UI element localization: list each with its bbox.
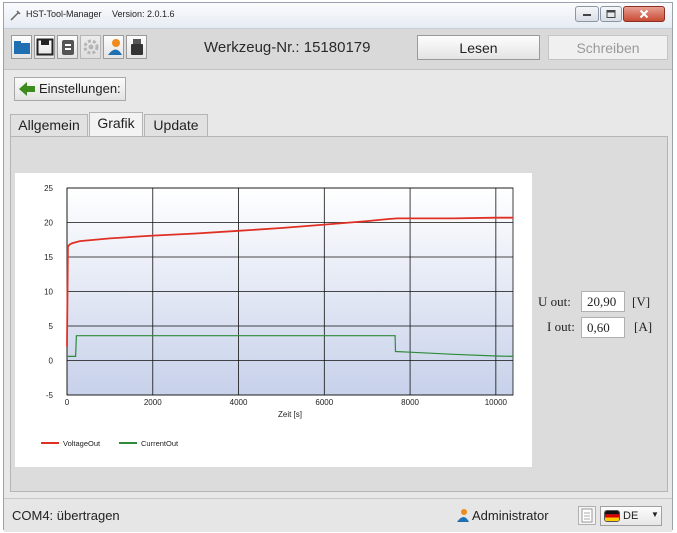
y-tick-label: 5 (49, 322, 54, 331)
settings-back-button[interactable]: Einstellungen: (14, 77, 126, 101)
i-out-unit: [A] (634, 319, 653, 334)
x-tick-label: 6000 (315, 398, 333, 407)
save-button[interactable] (34, 35, 55, 59)
settings-button[interactable] (80, 35, 101, 59)
tab-update[interactable]: Update (144, 114, 208, 136)
legend-label-voltage: VoltageOut (63, 439, 101, 448)
i-out-label: I out: (547, 319, 575, 334)
y-tick-label: -5 (46, 391, 54, 400)
maximize-icon (606, 10, 616, 18)
open-button[interactable] (11, 35, 32, 59)
arrow-left-icon (19, 82, 35, 96)
folder-open-icon (14, 41, 30, 54)
chart: -5 0 5 10 15 20 25 0 2000 4000 6000 8000 10000 Zeit … (15, 173, 532, 467)
status-text: COM4: übertragen (12, 508, 120, 523)
x-tick-label: 2000 (144, 398, 162, 407)
minimize-button[interactable] (575, 6, 599, 22)
language-code: DE (623, 510, 639, 522)
window-version: Version: 2.0.1.6 (112, 9, 175, 19)
settings-back-label: Einstellungen: (39, 81, 121, 96)
write-button[interactable]: Schreiben (548, 35, 668, 60)
i-out-value: 0,60 (581, 317, 625, 338)
save-icon (36, 38, 54, 56)
u-out-value: 20,90 (581, 291, 625, 312)
x-tick-label: 0 (65, 398, 70, 407)
user-button[interactable] (103, 35, 124, 59)
app-window: HST-Tool-Manager Version: 2.0.1.6 Werkze… (3, 2, 673, 532)
y-tick-label: 15 (44, 253, 53, 262)
minimize-icon (583, 14, 591, 16)
close-icon (639, 9, 649, 19)
x-tick-label: 8000 (401, 398, 419, 407)
list-icon (62, 40, 74, 55)
tool-number: Werkzeug-Nr.: 15180179 (204, 39, 371, 56)
x-tick-label: 10000 (485, 398, 508, 407)
usb-button[interactable] (126, 35, 147, 59)
document-button[interactable] (578, 506, 596, 525)
toolbar: Werkzeug-Nr.: 15180179 Lesen Schreiben (4, 29, 672, 70)
x-tick-label: 4000 (230, 398, 248, 407)
user-icon (108, 39, 122, 55)
maximize-button[interactable] (600, 6, 622, 22)
y-tick-label: 10 (44, 288, 53, 297)
app-icon (10, 10, 21, 21)
language-select[interactable]: DE ▼ (600, 506, 662, 526)
legend-label-current: CurrentOut (141, 439, 179, 448)
y-tick-label: 0 (49, 357, 54, 366)
y-tick-label: 25 (44, 184, 53, 193)
current-user-label: Administrator (472, 508, 549, 523)
user-icon (457, 509, 469, 522)
document-icon (581, 508, 593, 523)
title-bar[interactable]: HST-Tool-Manager Version: 2.0.1.6 (4, 3, 672, 29)
gear-icon (83, 39, 99, 55)
usb-stick-icon (131, 39, 143, 55)
tab-allgemein[interactable]: Allgemein (10, 114, 88, 136)
y-tick-label: 20 (44, 219, 53, 228)
chevron-down-icon: ▼ (651, 510, 659, 519)
u-out-unit: [V] (632, 294, 651, 309)
window-title: HST-Tool-Manager (26, 9, 102, 19)
close-button[interactable] (623, 6, 665, 22)
x-axis-label: Zeit [s] (278, 410, 302, 419)
read-button[interactable]: Lesen (417, 35, 540, 60)
list-button[interactable] (57, 35, 78, 59)
u-out-label: U out: (538, 294, 571, 309)
current-user[interactable]: Administrator (456, 508, 549, 523)
german-flag-icon (604, 510, 620, 522)
tab-grafik[interactable]: Grafik (89, 112, 143, 137)
status-bar: COM4: übertragen Administrator DE ▼ (4, 498, 672, 532)
